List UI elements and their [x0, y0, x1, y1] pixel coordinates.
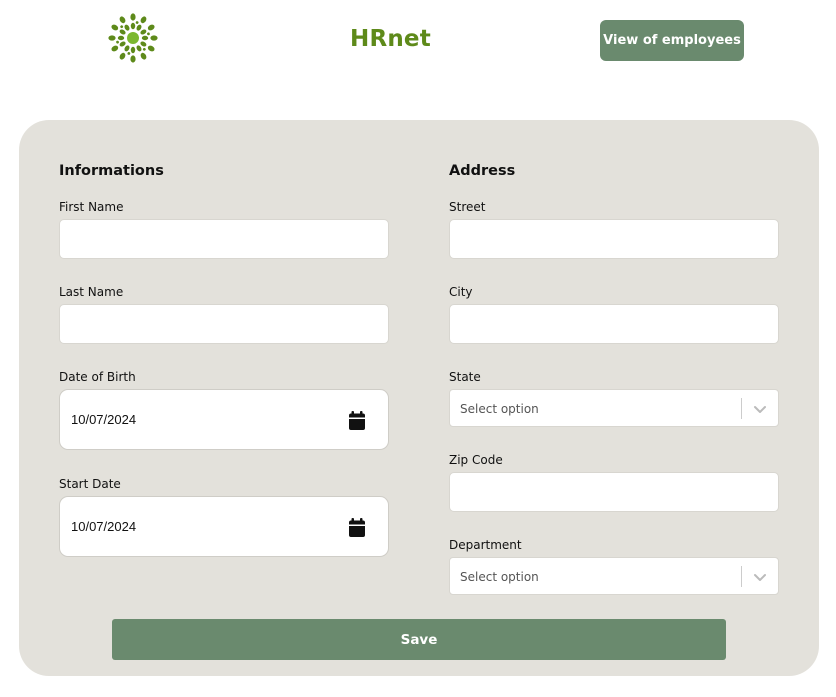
city-field[interactable]	[449, 304, 779, 344]
state-select[interactable]: Select option	[449, 389, 779, 427]
state-select-value: Select option	[460, 402, 539, 416]
date-of-birth-label: Date of Birth	[59, 370, 136, 384]
address-heading: Address	[449, 163, 516, 179]
chevron-down-icon[interactable]	[753, 570, 767, 584]
select-divider	[741, 566, 742, 587]
start-date-value: 10/07/2024	[71, 519, 137, 534]
app-header: HRnet View of employees	[0, 0, 836, 80]
department-select-value: Select option	[460, 570, 539, 584]
informations-heading: Informations	[59, 163, 164, 179]
save-button[interactable]: Save	[112, 619, 726, 660]
department-label: Department	[449, 538, 522, 552]
calendar-icon[interactable]	[348, 411, 366, 430]
city-label: City	[449, 285, 473, 299]
select-divider	[741, 398, 742, 419]
start-date-field[interactable]: 10/07/2024	[59, 496, 389, 557]
street-label: Street	[449, 200, 486, 214]
department-select[interactable]: Select option	[449, 557, 779, 595]
last-name-field[interactable]	[59, 304, 389, 344]
view-employees-button[interactable]: View of employees	[600, 20, 744, 61]
street-field[interactable]	[449, 219, 779, 259]
brand-title: HRnet	[350, 26, 431, 52]
first-name-field[interactable]	[59, 219, 389, 259]
chevron-down-icon[interactable]	[753, 402, 767, 416]
first-name-label: First Name	[59, 200, 124, 214]
date-of-birth-field[interactable]: 10/07/2024	[59, 389, 389, 450]
last-name-label: Last Name	[59, 285, 124, 299]
date-of-birth-value: 10/07/2024	[71, 412, 137, 427]
state-label: State	[449, 370, 481, 384]
calendar-icon[interactable]	[348, 518, 366, 537]
zip-code-field[interactable]	[449, 472, 779, 512]
sunburst-logo-icon	[108, 13, 158, 63]
zip-code-label: Zip Code	[449, 453, 503, 467]
start-date-label: Start Date	[59, 477, 121, 491]
